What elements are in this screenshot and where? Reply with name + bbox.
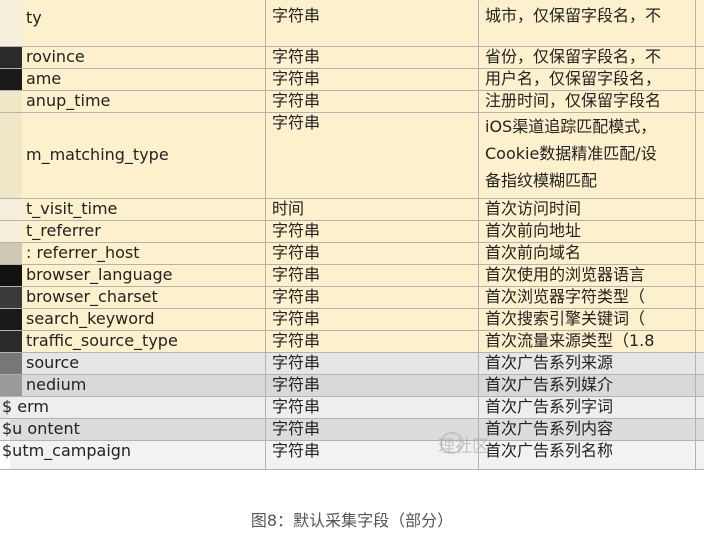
table-row: browser_charset 字符串 首次浏览器字符类型（	[0, 287, 704, 309]
field-name-cell: traffic_source_type	[0, 331, 266, 352]
field-desc-cell: iOS渠道追踪匹配模式， Cookie数据精准匹配/设 备指纹模糊匹配	[479, 113, 696, 198]
field-name-cell: nedium	[0, 375, 266, 396]
field-desc-line: 备指纹模糊匹配	[485, 171, 598, 190]
field-desc-cell: 首次广告系列来源	[479, 353, 696, 374]
field-name-cell: $ erm	[0, 397, 266, 418]
field-desc-cell: 首次前向地址	[479, 221, 696, 242]
field-type-cell: 字符串	[266, 287, 479, 308]
field-desc-cell: 省份，仅保留字段名，不	[479, 47, 696, 68]
field-name-cell: ty	[0, 0, 266, 46]
table-row: : referrer_host 字符串 首次前向域名	[0, 243, 704, 265]
field-name-cell: $utm_campaign	[0, 441, 266, 469]
field-desc-cell: 城市，仅保留字段名，不	[479, 0, 696, 46]
field-type-cell: 字符串	[266, 265, 479, 286]
table-row: $u ontent 字符串 首次广告系列内容	[0, 419, 704, 441]
field-name-cell: m_matching_type	[0, 113, 266, 198]
field-name-cell: source	[0, 353, 266, 374]
field-type-cell: 时间	[266, 199, 479, 220]
table-row: source 字符串 首次广告系列来源	[0, 353, 704, 375]
field-desc-cell: 注册时间，仅保留字段名	[479, 91, 696, 112]
field-desc-cell: 首次搜索引擎关键词（	[479, 309, 696, 330]
field-name-cell: $u ontent	[0, 419, 266, 440]
field-type-cell: 字符串	[266, 221, 479, 242]
field-type-cell: 字符串	[266, 69, 479, 90]
field-name-cell: rovince	[0, 47, 266, 68]
field-desc-cell: 首次广告系列名称	[479, 441, 696, 469]
field-desc-cell: 首次使用的浏览器语言	[479, 265, 696, 286]
field-name-cell: t_referrer	[0, 221, 266, 242]
table-row: m_matching_type 字符串 iOS渠道追踪匹配模式， Cookie数据精准…	[0, 113, 704, 199]
field-desc-line: Cookie数据精准匹配/设	[485, 144, 657, 163]
field-type-cell: 字符串	[266, 309, 479, 330]
field-desc-line: iOS渠道追踪匹配模式，	[485, 117, 657, 136]
field-type-cell: 字符串	[266, 331, 479, 352]
table-row: anup_time 字符串 注册时间，仅保留字段名	[0, 91, 704, 113]
field-name-cell: search_keyword	[0, 309, 266, 330]
table-row: t_referrer 字符串 首次前向地址	[0, 221, 704, 243]
table-row: ame 字符串 用户名，仅保留字段名，	[0, 69, 704, 91]
field-desc-line: 省份，仅保留字段名，不	[485, 47, 662, 66]
table-row: ty 字符串 城市，仅保留字段名，不	[0, 0, 704, 47]
field-type-cell: 字符串	[266, 0, 479, 46]
field-desc-cell: 首次广告系列字词	[479, 397, 696, 418]
field-desc-cell: 首次广告系列媒介	[479, 375, 696, 396]
field-desc-line: 首次访问时间	[485, 199, 582, 218]
field-type-cell: 字符串	[266, 375, 479, 396]
field-desc-line: 首次浏览器字符类型（	[485, 287, 646, 306]
field-name-cell: t_visit_time	[0, 199, 266, 220]
field-desc-line: 首次广告系列媒介	[485, 375, 614, 394]
field-desc-line: 首次流量来源类型（1.8	[485, 331, 655, 350]
field-desc-cell: 首次浏览器字符类型（	[479, 287, 696, 308]
fields-table: ty 字符串 城市，仅保留字段名，不 rovince 字符串 省份，仅保留字段名，不 ame…	[0, 0, 704, 470]
figure-caption: 图8：默认采集字段（部分）	[250, 511, 454, 530]
field-desc-line: 首次前向域名	[485, 243, 582, 262]
field-type-cell: 字符串	[266, 91, 479, 112]
field-desc-line: 首次广告系列内容	[485, 419, 614, 438]
table-row: browser_language 字符串 首次使用的浏览器语言	[0, 265, 704, 287]
field-desc-line: 城市，仅保留字段名，不	[485, 6, 662, 25]
field-name-cell: ame	[0, 69, 266, 90]
watermark-text: 理社区	[438, 437, 489, 457]
field-name-cell: : referrer_host	[0, 243, 266, 264]
field-type-cell: 字符串	[266, 113, 479, 198]
table-row: $utm_campaign 字符串 首次广告系列名称	[0, 441, 704, 470]
table-row: $ erm 字符串 首次广告系列字词	[0, 397, 704, 419]
field-desc-cell: 用户名，仅保留字段名，	[479, 69, 696, 90]
table-row: rovince 字符串 省份，仅保留字段名，不	[0, 47, 704, 69]
field-desc-cell: 首次前向域名	[479, 243, 696, 264]
field-name-cell: anup_time	[0, 91, 266, 112]
field-type-cell: 字符串	[266, 397, 479, 418]
field-desc-line: 首次使用的浏览器语言	[485, 265, 646, 284]
field-desc-line: 首次广告系列名称	[485, 441, 614, 460]
field-desc-line: 首次广告系列字词	[485, 397, 614, 416]
field-desc-line: 首次搜索引擎关键词（	[485, 309, 646, 328]
field-desc-line: 首次广告系列来源	[485, 353, 614, 372]
table-row: t_visit_time 时间 首次访问时间	[0, 199, 704, 221]
field-desc-cell: 首次流量来源类型（1.8	[479, 331, 696, 352]
field-type-cell: 字符串	[266, 243, 479, 264]
field-type-cell: 字符串	[266, 47, 479, 68]
field-desc-cell: 首次广告系列内容	[479, 419, 696, 440]
field-type-cell: 字符串	[266, 353, 479, 374]
field-name-cell: browser_charset	[0, 287, 266, 308]
table-row: nedium 字符串 首次广告系列媒介	[0, 375, 704, 397]
field-desc-line: 首次前向地址	[485, 221, 582, 240]
table-row: search_keyword 字符串 首次搜索引擎关键词（	[0, 309, 704, 331]
table-row: traffic_source_type 字符串 首次流量来源类型（1.8	[0, 331, 704, 353]
field-desc-line: 注册时间，仅保留字段名	[485, 91, 662, 110]
field-name-cell: browser_language	[0, 265, 266, 286]
field-desc-cell: 首次访问时间	[479, 199, 696, 220]
field-desc-line: 用户名，仅保留字段名，	[485, 69, 662, 88]
